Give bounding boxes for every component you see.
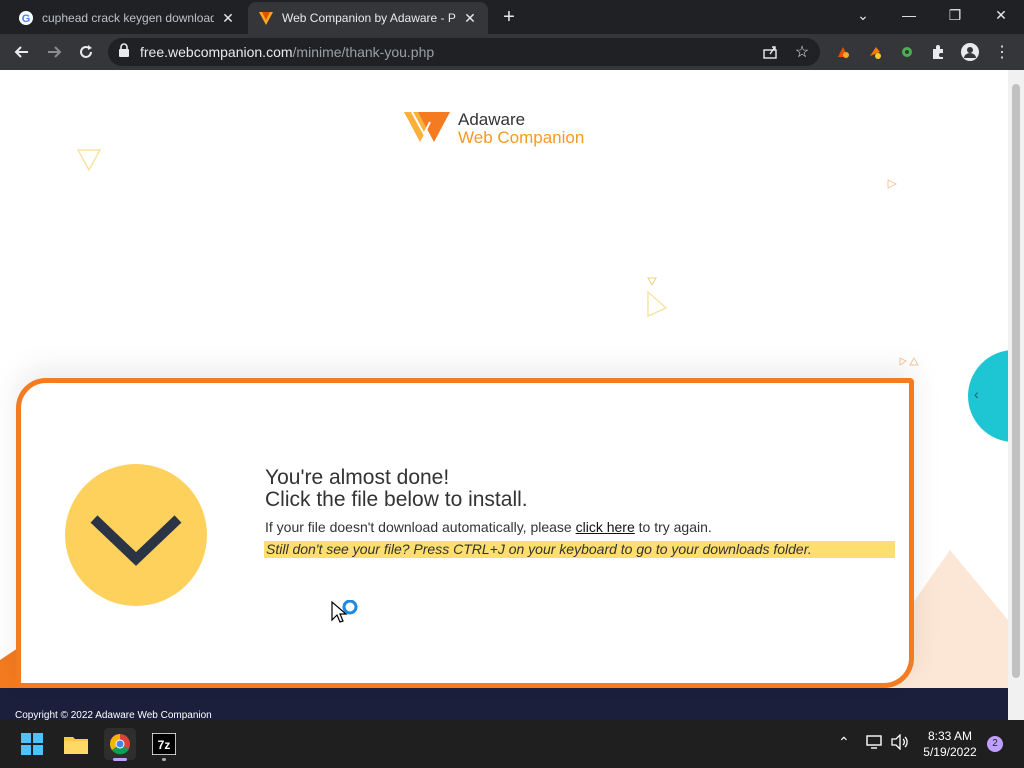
system-clock[interactable]: 8:33 AM 5/19/2022 [916,728,984,760]
page-scrollbar[interactable] [1008,70,1024,720]
extension-bucket-icon[interactable] [861,38,889,66]
adaware-logo[interactable]: Adaware Web Companion [404,110,614,147]
extension-gear-icon[interactable] [893,38,921,66]
browser-toolbar: free.webcompanion.com/minime/thank-you.p… [0,34,1024,70]
volume-icon[interactable] [890,733,910,755]
svg-text:7z: 7z [158,738,171,752]
close-tab-icon[interactable]: ✕ [220,10,236,26]
page-footer: Copyright © 2022 Adaware Web Companion [0,688,1008,720]
side-panel-toggle[interactable]: ‹ [968,350,1008,442]
new-tab-button[interactable]: + [498,6,520,28]
tab-strip: G cuphead crack keygen download ✕ Web Co… [0,0,1024,34]
share-icon[interactable] [756,38,784,66]
retry-suffix: to try again. [634,519,712,535]
tab-webcompanion[interactable]: Web Companion by Adaware - P ✕ [248,2,488,34]
close-window-button[interactable]: ✕ [978,0,1024,30]
downloads-hint: Still don't see your file? Press CTRL+J … [264,541,895,558]
forward-button[interactable] [40,38,68,66]
profile-icon[interactable] [956,38,984,66]
adaware-logo-icon [404,111,450,142]
browser-menu-icon[interactable]: ⋮ [988,38,1016,66]
close-tab-icon[interactable]: ✕ [462,10,478,26]
copyright-text: Copyright © 2022 Adaware Web Companion [15,710,212,720]
logo-line1: Adaware [458,110,526,129]
adaware-favicon-icon [258,10,274,26]
running-app-indicator [162,758,166,761]
scrollbar-thumb[interactable] [1012,84,1020,678]
extensions-puzzle-icon[interactable] [924,38,952,66]
windows-start-icon[interactable] [16,728,48,760]
7zip-icon[interactable]: 7z [148,728,180,761]
clock-time: 8:33 AM [927,729,973,743]
chrome-icon[interactable] [104,728,136,761]
tab-title: cuphead crack keygen download [42,11,214,25]
restore-button[interactable]: ❐ [932,0,978,30]
page-heading: You're almost done! Click the file below… [265,467,528,511]
thank-you-card: You're almost done! Click the file below… [16,378,914,688]
file-explorer-icon[interactable] [60,728,92,760]
back-button[interactable] [8,38,36,66]
tab-search-dropdown-icon[interactable]: ⌄ [840,0,886,30]
network-icon[interactable] [866,734,884,755]
retry-prefix: If your file doesn't download automatica… [265,519,576,535]
click-here-link[interactable]: click here [576,519,635,535]
show-hidden-icons-icon[interactable]: ⌃ [838,734,850,751]
busy-cursor-icon [331,600,358,623]
active-app-indicator [113,758,127,761]
reload-button[interactable] [72,38,100,66]
retry-text: If your file doesn't download automatica… [265,519,712,535]
lock-icon[interactable] [118,42,130,62]
heading-line1: You're almost done! [265,466,450,489]
clock-date: 5/19/2022 [923,745,977,759]
page-viewport: Adaware Web Companion ‹ Copyright © 2022… [0,70,1008,720]
heading-line2: Click the file below to install. [265,488,528,511]
decor-triangle-icon [647,277,657,287]
svg-text:G: G [22,13,31,25]
tab-search[interactable]: G cuphead crack keygen download ✕ [8,2,246,34]
windows-taskbar: 7z ⌃ 8:33 AM 5/19/2022 2 [0,720,1024,768]
download-chevron-icon [65,464,207,606]
chevron-left-icon: ‹ [974,386,979,402]
decor-triangle-icon [76,149,102,172]
minimize-button[interactable]: — [886,0,932,30]
logo-line2: Web Companion [458,128,585,147]
bookmark-star-icon[interactable]: ☆ [788,38,816,66]
decor-triangle-icon [647,290,668,318]
google-icon: G [18,10,34,26]
tab-title: Web Companion by Adaware - P [282,11,456,25]
decor-triangle-icon [899,356,919,366]
decor-triangle-icon [887,179,898,189]
url-text: free.webcompanion.com/minime/thank-you.p… [140,44,435,60]
extension-paint-icon[interactable] [829,38,857,66]
notification-badge[interactable]: 2 [987,736,1003,752]
address-bar[interactable]: free.webcompanion.com/minime/thank-you.p… [108,38,820,66]
